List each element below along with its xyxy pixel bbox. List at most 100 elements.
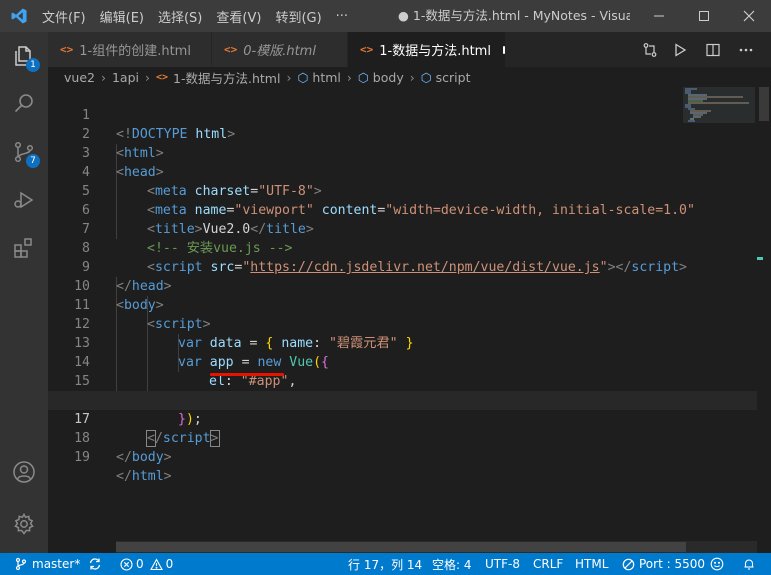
html-file-icon: <>	[60, 43, 74, 56]
unsaved-dot-icon[interactable]	[502, 45, 505, 54]
ellipsis-icon	[739, 48, 753, 51]
split-editor-icon	[706, 43, 720, 56]
horizontal-scrollbar-thumb[interactable]	[116, 542, 686, 552]
block-icon	[622, 558, 635, 570]
more-actions-button[interactable]	[733, 32, 759, 67]
git-branch-icon	[15, 557, 27, 571]
tab-label: 1-数据与方法.html	[379, 44, 491, 59]
warning-count: 0	[165, 557, 174, 571]
chevron-right-icon: ›	[286, 69, 292, 85]
code-line: 10 <body>	[48, 258, 768, 313]
problems-status[interactable]: 0 0	[120, 553, 173, 575]
manage-button[interactable]	[0, 500, 48, 548]
breadcrumb-item[interactable]: 1-数据与方法.html	[173, 68, 280, 87]
branch-status[interactable]: master*	[14, 553, 80, 575]
symbol-element-icon: ⬡	[297, 69, 309, 85]
extensions-icon	[14, 238, 32, 258]
chevron-right-icon: ›	[409, 69, 415, 85]
code-line: 14 el: "#app",	[48, 334, 768, 389]
indentation-status[interactable]: 空格: 4	[432, 553, 472, 575]
breadcrumb-item[interactable]: 1api	[112, 70, 139, 85]
accounts-button[interactable]	[0, 448, 48, 496]
breadcrumb-item[interactable]: body	[373, 70, 404, 85]
code-line: 12 var data = { name: "碧霞元君" }	[48, 296, 768, 351]
code-line: 1 <!DOCTYPE html>	[48, 87, 768, 142]
feedback-button[interactable]	[710, 553, 724, 575]
annotation-underline	[210, 373, 284, 376]
source-control-badge: 7	[26, 154, 40, 168]
status-bar: master* 0 0 行 17，列 14 空格: 4 UTF-8 CRLF H…	[0, 553, 771, 575]
split-editor-button[interactable]	[700, 32, 726, 67]
search-icon	[14, 94, 33, 113]
chevron-right-icon: ›	[145, 69, 150, 85]
debug-icon	[14, 191, 34, 209]
explorer-button[interactable]: 1	[0, 32, 48, 80]
html-file-icon: <>	[224, 43, 238, 56]
menu-selection[interactable]: 选择(S)	[158, 7, 202, 26]
code-line: 8 <script src="https://cdn.jsdelivr.net/…	[48, 220, 768, 275]
menu-go[interactable]: 转到(G)	[275, 7, 321, 26]
chevron-right-icon: ›	[100, 69, 106, 85]
line-number: 19	[74, 450, 90, 465]
run-debug-button[interactable]	[0, 176, 48, 224]
code-line: 9 </head>	[48, 239, 768, 294]
html-file-icon: <>	[156, 71, 169, 83]
scrollbar-thumb[interactable]	[759, 87, 769, 121]
port-label: Port : 5500	[639, 557, 705, 571]
close-window-button[interactable]	[726, 0, 771, 32]
compare-changes-icon	[643, 42, 657, 57]
play-icon	[675, 42, 687, 57]
branch-name: master*	[32, 557, 81, 571]
code-editor[interactable]: 1 <!DOCTYPE html> 2 <html> 3 <head> 4 <m…	[48, 87, 771, 541]
notifications-button[interactable]	[742, 553, 756, 575]
maximize-button[interactable]	[681, 0, 726, 32]
sync-button[interactable]	[88, 553, 102, 575]
code-line: 7 <!-- 安装vue.js -->	[48, 201, 768, 256]
minimize-button[interactable]	[636, 0, 681, 32]
live-server-port[interactable]: Port : 5500	[622, 553, 705, 575]
minimap[interactable]	[683, 87, 768, 541]
breadcrumb-item[interactable]: vue2	[64, 70, 95, 85]
source-control-button[interactable]: 7	[0, 128, 48, 176]
line-content: </body>	[116, 450, 172, 465]
tab-component-creation[interactable]: <> 1-组件的创建.html	[48, 32, 212, 67]
code-line: 18 </body>	[48, 410, 768, 465]
search-button[interactable]	[0, 80, 48, 128]
sync-icon	[89, 558, 101, 570]
tab-data-and-methods[interactable]: <> 1-数据与方法.html	[348, 32, 506, 67]
breadcrumb-item[interactable]: script	[436, 70, 471, 85]
code-line-current: 17 </script>	[48, 391, 768, 447]
extensions-button[interactable]	[0, 224, 48, 272]
run-button[interactable]	[667, 32, 693, 67]
error-icon	[120, 557, 133, 571]
code-line: 19 </html>	[48, 429, 768, 484]
language-mode[interactable]: HTML	[575, 553, 608, 575]
symbol-element-icon: ⬡	[420, 69, 432, 85]
account-icon	[13, 461, 35, 483]
eol-status[interactable]: CRLF	[533, 553, 563, 575]
menu-view[interactable]: 查看(V)	[216, 7, 261, 26]
scrollbar-marker	[757, 257, 763, 260]
code-line: 3 <head>	[48, 125, 768, 180]
vertical-scrollbar[interactable]	[757, 87, 771, 541]
breadcrumb-item[interactable]: html	[312, 70, 340, 85]
menu-bar: 文件(F) 编辑(E) 选择(S) 查看(V) 转到(G) ···	[42, 0, 362, 32]
window-title: ● 1-数据与方法.html - MyNotes - Visual St...	[398, 8, 630, 23]
gear-icon	[14, 513, 34, 535]
vscode-logo-icon	[11, 8, 27, 24]
breadcrumb: vue2 › 1api › <> 1-数据与方法.html › ⬡ html ›…	[48, 67, 771, 87]
code-line: 13 var app = new Vue({	[48, 315, 768, 370]
encoding-status[interactable]: UTF-8	[485, 553, 520, 575]
title-bar: 文件(F) 编辑(E) 选择(S) 查看(V) 转到(G) ··· ● 1-数据…	[0, 0, 771, 32]
menu-more[interactable]: ···	[336, 9, 348, 24]
tab-label: 1-组件的创建.html	[79, 44, 191, 59]
horizontal-scrollbar[interactable]	[116, 541, 757, 553]
close-icon	[743, 10, 754, 22]
tab-template[interactable]: <> 0-模版.html	[212, 32, 348, 67]
line-content: </html>	[116, 469, 172, 484]
open-changes-button[interactable]	[637, 32, 663, 67]
symbol-element-icon: ⬡	[357, 69, 369, 85]
menu-edit[interactable]: 编辑(E)	[100, 7, 144, 26]
menu-file[interactable]: 文件(F)	[42, 7, 86, 26]
cursor-position[interactable]: 行 17，列 14	[348, 553, 422, 575]
